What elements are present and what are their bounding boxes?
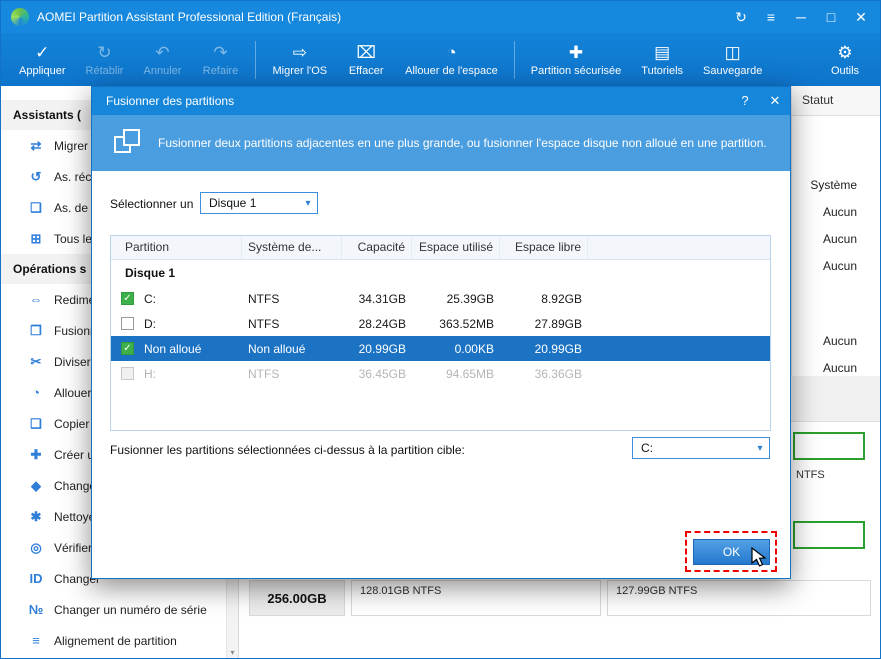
dialog-close-icon[interactable]: ✕ [760,87,790,115]
titlebar: AOMEI Partition Assistant Professional E… [1,1,880,33]
allocate-clock-icon: ◔ [32,385,40,400]
secure-partition-button[interactable]: ✚ Partition sécurisée [521,33,632,86]
tutorials-button[interactable]: ▤ Tutoriels [631,33,693,86]
maximize-button[interactable]: □ [816,4,846,30]
col-partition[interactable]: Partition [111,236,242,259]
restore-button[interactable]: ↻ Rétablir [75,33,133,86]
table-header: Partition Système de... Capacité Espace … [111,236,770,260]
toolbar-separator [255,40,257,79]
restore-icon: ↻ [97,43,112,62]
window-title: AOMEI Partition Assistant Professional E… [37,10,342,24]
disk-capacity-cell: 256.00GB [249,580,345,616]
redo-icon: ↷ [213,43,228,62]
redo-button[interactable]: ↷ Refaire [191,33,249,86]
id-icon: ID [29,571,43,586]
copy-icon: ❏ [30,415,42,431]
apply-check-icon: ✓ [35,43,50,62]
sidebar-item-change-serial[interactable]: № Changer un numéro de série [1,594,238,625]
split-scissors-icon: ✂ [30,353,42,369]
partition-cell[interactable]: 127.99GB NTFS [607,580,871,616]
merge-partitions-dialog: Fusionner des partitions ? ✕ Fusionner d… [91,86,791,579]
dialog-titlebar: Fusionner des partitions ? ✕ [92,87,790,115]
shield-plus-icon: ✚ [568,43,584,62]
migrate-os-icon: ⇄ [30,137,42,153]
chevron-down-icon: ▾ [305,197,311,209]
migrate-os-icon: ⇨ [292,43,307,62]
alignment-icon: ≡ [32,633,40,648]
create-plus-icon: ✚ [30,446,42,462]
disk-group-row: Disque 1 [125,266,176,280]
erase-button[interactable]: ⌧ Effacer [337,33,395,86]
partition-block[interactable] [793,432,865,460]
target-partition-label: Fusionner les partitions sélectionnées c… [110,443,465,457]
scroll-down-icon[interactable]: ▾ [227,646,238,658]
table-row[interactable]: H: NTFS 36.45GB 94.65MB 36.36GB [111,361,770,386]
partition-table: Partition Système de... Capacité Espace … [110,235,771,431]
statut-cell: Aucun [822,205,857,219]
serial-number-icon: № [28,602,44,617]
toolbar-separator [513,40,515,79]
col-capacity[interactable]: Capacité [342,236,412,259]
undo-button[interactable]: ↶ Annuler [133,33,191,86]
table-row[interactable]: ✓ Non alloué Non alloué 20.99GB 0.00KB 20… [111,336,770,361]
table-row[interactable]: D: NTFS 28.24GB 363.52MB 27.89GB [111,311,770,336]
toolbar: ✓ Appliquer ↻ Rétablir ↶ Annuler ↷ Refai… [1,33,880,86]
merge-partitions-icon [112,126,142,161]
clone-icon: ❏ [30,199,42,215]
statut-cell: Aucun [822,361,857,375]
help-icon[interactable]: ? [730,87,760,115]
col-used[interactable]: Espace utilisé [412,236,500,259]
col-free[interactable]: Espace libre [500,236,588,259]
disk-select[interactable]: Disque 1 ▾ [200,192,318,214]
sidebar-item-alignment[interactable]: ≡ Alignement de partition [1,625,238,656]
statut-cell: Système [810,178,857,192]
partition-block[interactable] [793,521,865,549]
target-partition-select[interactable]: C: ▾ [632,437,770,459]
tools-gear-icon: ⚙ [837,43,853,62]
dialog-banner: Fusionner deux partitions adjacentes en … [92,115,790,171]
chevron-down-icon: ▾ [757,442,763,454]
wipe-icon: ✱ [30,508,42,524]
col-filesystem[interactable]: Système de... [242,236,342,259]
resize-icon: ⇔ [29,292,43,307]
merge-icon: ❒ [30,322,42,338]
statut-cell: Aucun [822,334,857,348]
erase-icon: ⌧ [356,43,376,62]
undo-icon: ↶ [155,43,170,62]
statut-cell: Aucun [822,259,857,273]
select-disk-label: Sélectionner un [110,197,194,211]
allocate-space-button[interactable]: ◔ Allouer de l'espace [395,33,508,86]
aomei-logo-icon [11,8,29,26]
partition-fs-label: NTFS [796,469,825,481]
backup-button[interactable]: ◫ Sauvegarde [693,33,772,86]
minimize-button[interactable]: ─ [786,4,816,30]
row-checkbox[interactable]: ✓ [121,342,134,355]
drive-letter-icon: ◆ [31,477,41,493]
app-window: AOMEI Partition Assistant Professional E… [0,0,881,659]
allocate-space-icon: ◔ [446,43,457,62]
backup-icon: ◫ [724,43,741,62]
statut-column-header: Statut [791,86,880,116]
row-checkbox[interactable]: ✓ [121,292,134,305]
tutorials-icon: ▤ [654,43,671,62]
statut-cell: Aucun [822,232,857,246]
recovery-icon: ↺ [30,168,42,184]
dialog-description: Fusionner deux partitions adjacentes en … [158,135,767,150]
apply-button[interactable]: ✓ Appliquer [9,33,75,86]
refresh-icon[interactable]: ↻ [726,4,756,30]
all-tools-icon: ⊞ [30,230,42,246]
dialog-title: Fusionner des partitions [106,94,235,108]
table-row[interactable]: ✓ C: NTFS 34.31GB 25.39GB 8.92GB [111,286,770,311]
check-disk-icon: ◎ [30,539,42,555]
menu-icon[interactable]: ≡ [756,4,786,30]
tools-button[interactable]: ⚙ Outils [816,33,874,86]
row-checkbox[interactable] [121,317,134,330]
close-button[interactable]: ✕ [846,4,876,30]
row-checkbox[interactable] [121,367,134,380]
mouse-cursor [751,546,769,574]
migrate-os-button[interactable]: ⇨ Migrer l'OS [262,33,337,86]
partition-cell[interactable]: 128.01GB NTFS [351,580,601,616]
